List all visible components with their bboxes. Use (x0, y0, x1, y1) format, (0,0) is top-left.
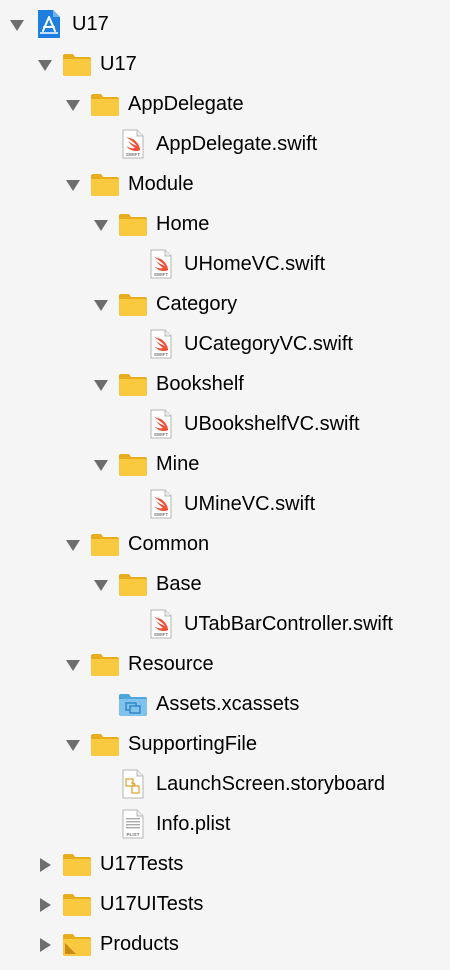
svg-text:SWIFT: SWIFT (154, 512, 168, 517)
tree-item-label: Products (100, 933, 179, 955)
disclosure-expanded-icon[interactable] (94, 378, 108, 392)
tree-item-label: UCategoryVC.swift (184, 333, 353, 355)
tree-item-label: AppDelegate.swift (156, 133, 318, 155)
tree-item-label: Mine (156, 453, 200, 475)
folder-icon (90, 649, 120, 679)
disclosure-collapsed-icon[interactable] (38, 938, 52, 952)
disclosure-collapsed-icon[interactable] (38, 898, 52, 912)
tree-item-label: Category (156, 293, 238, 315)
folder-icon (118, 209, 148, 239)
folder-icon (62, 889, 92, 919)
disclosure-expanded-icon[interactable] (10, 18, 24, 32)
svg-text:SWIFT: SWIFT (154, 432, 168, 437)
tree-row-utabbarcontroller-swift[interactable]: SWIFT UTabBarController.swift (0, 604, 450, 644)
folder-icon (62, 849, 92, 879)
tree-item-label: LaunchScreen.storyboard (156, 773, 386, 795)
tree-row-resource[interactable]: Resource (0, 644, 450, 684)
tree-item-label: Resource (128, 653, 214, 675)
tree-item-label: U17UITests (100, 893, 204, 915)
tree-row-uminevc-swift[interactable]: SWIFT UMineVC.swift (0, 484, 450, 524)
tree-row-base[interactable]: Base (0, 564, 450, 604)
tree-row-uhomevc-swift[interactable]: SWIFT UHomeVC.swift (0, 244, 450, 284)
folder-icon (62, 49, 92, 79)
tree-row-assets-xcassets[interactable]: Assets.xcassets (0, 684, 450, 724)
tree-item-label: UTabBarController.swift (184, 613, 393, 635)
svg-text:SWIFT: SWIFT (126, 152, 140, 157)
folder-icon (118, 289, 148, 319)
disclosure-collapsed-icon[interactable] (38, 858, 52, 872)
tree-row-mine[interactable]: Mine (0, 444, 450, 484)
tree-item-label: Assets.xcassets (156, 693, 300, 715)
disclosure-expanded-icon[interactable] (66, 738, 80, 752)
disclosure-expanded-icon[interactable] (94, 578, 108, 592)
folder-icon (90, 89, 120, 119)
tree-item-label: Module (128, 173, 194, 195)
tree-row-module[interactable]: Module (0, 164, 450, 204)
folder-icon (118, 369, 148, 399)
disclosure-expanded-icon[interactable] (66, 178, 80, 192)
tree-item-label: Bookshelf (156, 373, 244, 395)
plist-file-icon: PLIST (118, 809, 148, 839)
tree-row-common[interactable]: Common (0, 524, 450, 564)
disclosure-expanded-icon[interactable] (66, 98, 80, 112)
swift-file-icon: SWIFT (146, 489, 176, 519)
swift-file-icon: SWIFT (146, 249, 176, 279)
disclosure-expanded-icon[interactable] (66, 658, 80, 672)
asset-catalog-icon (118, 689, 148, 719)
tree-item-label: U17Tests (100, 853, 184, 875)
tree-row-u17uitests[interactable]: U17UITests (0, 884, 450, 924)
folder-icon (90, 729, 120, 759)
tree-row-u17-project[interactable]: U17 (0, 4, 450, 44)
swift-file-icon: SWIFT (118, 129, 148, 159)
svg-text:SWIFT: SWIFT (154, 272, 168, 277)
tree-row-products[interactable]: Products (0, 924, 450, 964)
tree-item-label: Base (156, 573, 202, 595)
disclosure-expanded-icon[interactable] (66, 538, 80, 552)
disclosure-expanded-icon[interactable] (94, 458, 108, 472)
swift-file-icon: SWIFT (146, 609, 176, 639)
tree-item-label: AppDelegate (128, 93, 244, 115)
tree-item-label: UHomeVC.swift (184, 253, 326, 275)
disclosure-expanded-icon[interactable] (94, 298, 108, 312)
tree-row-ubookshelfvc-swift[interactable]: SWIFT UBookshelfVC.swift (0, 404, 450, 444)
svg-text:SWIFT: SWIFT (154, 632, 168, 637)
folder-icon (118, 569, 148, 599)
tree-row-ucategoryvc-swift[interactable]: SWIFT UCategoryVC.swift (0, 324, 450, 364)
tree-item-label: Info.plist (156, 813, 231, 835)
tree-row-launchscreen-storyboard[interactable]: LaunchScreen.storyboard (0, 764, 450, 804)
tree-item-label: SupportingFile (128, 733, 257, 755)
tree-item-label: UBookshelfVC.swift (184, 413, 360, 435)
disclosure-expanded-icon[interactable] (94, 218, 108, 232)
disclosure-expanded-icon[interactable] (38, 58, 52, 72)
tree-row-appdelegate[interactable]: AppDelegate (0, 84, 450, 124)
svg-text:PLIST: PLIST (126, 832, 139, 837)
swift-file-icon: SWIFT (146, 329, 176, 359)
tree-item-label: U17 (72, 13, 109, 35)
folder-icon (90, 169, 120, 199)
folder-icon (118, 449, 148, 479)
storyboard-file-icon (118, 769, 148, 799)
tree-item-label: UMineVC.swift (184, 493, 316, 515)
tree-row-home[interactable]: Home (0, 204, 450, 244)
folder-icon (90, 529, 120, 559)
tree-item-label: U17 (100, 53, 137, 75)
tree-row-appdelegate-swift[interactable]: SWIFT AppDelegate.swift (0, 124, 450, 164)
project-navigator: { "tree": [ {"label":"U17","type":"proje… (0, 0, 450, 970)
tree-item-label: Home (156, 213, 210, 235)
tree-row-category[interactable]: Category (0, 284, 450, 324)
xcode-project-icon (34, 9, 64, 39)
swift-file-icon: SWIFT (146, 409, 176, 439)
tree-row-supportingfile[interactable]: SupportingFile (0, 724, 450, 764)
tree-row-u17tests[interactable]: U17Tests (0, 844, 450, 884)
tree-row-u17[interactable]: U17 (0, 44, 450, 84)
svg-text:SWIFT: SWIFT (154, 352, 168, 357)
tree-item-label: Common (128, 533, 210, 555)
tree-row-bookshelf[interactable]: Bookshelf (0, 364, 450, 404)
tree-row-info-plist[interactable]: PLIST Info.plist (0, 804, 450, 844)
products-folder-icon (62, 929, 92, 959)
